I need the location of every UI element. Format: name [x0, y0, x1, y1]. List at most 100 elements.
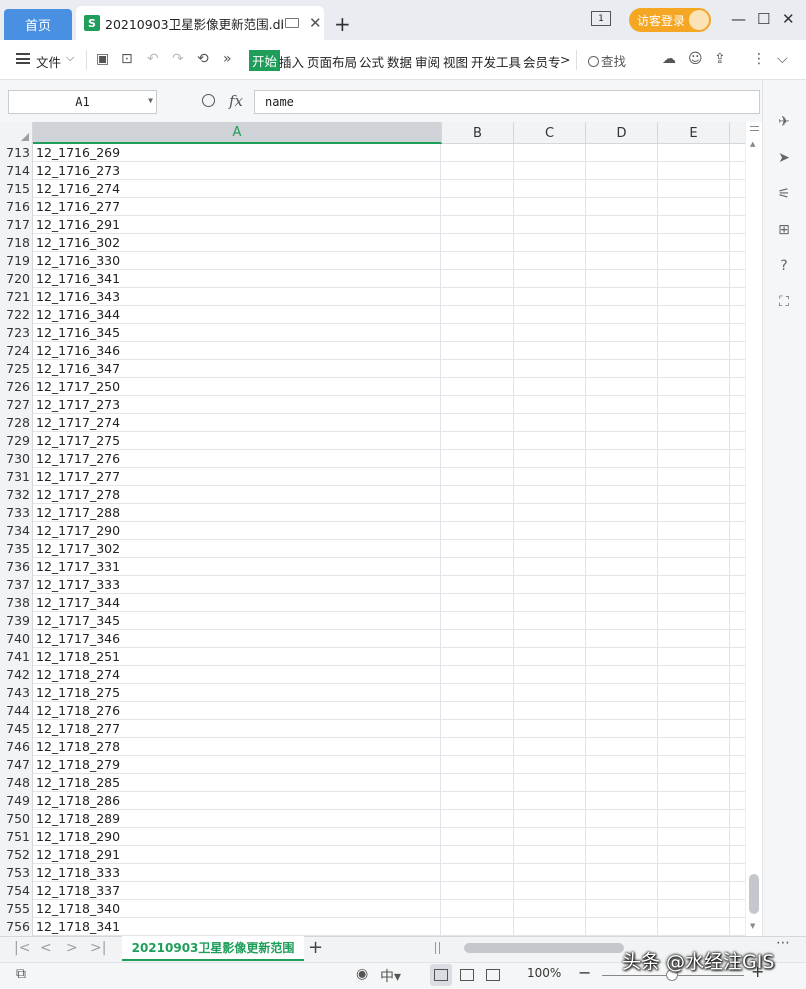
- row-header[interactable]: 727: [0, 396, 33, 414]
- column-header-d[interactable]: D: [586, 122, 658, 144]
- column-header-b[interactable]: B: [442, 122, 514, 144]
- table-row[interactable]: 751 12_1718_290: [0, 828, 745, 846]
- cell-a[interactable]: 12_1716_277: [33, 198, 441, 216]
- zoom-icon[interactable]: [202, 94, 215, 107]
- cell-a[interactable]: 12_1718_275: [33, 684, 441, 702]
- cell-a[interactable]: 12_1717_290: [33, 522, 441, 540]
- redo-icon[interactable]: ↷: [172, 51, 184, 67]
- row-header[interactable]: 738: [0, 594, 33, 612]
- cell-a[interactable]: 12_1716_269: [33, 144, 441, 162]
- table-row[interactable]: 750 12_1718_289: [0, 810, 745, 828]
- cell-a[interactable]: 12_1717_276: [33, 450, 441, 468]
- row-header[interactable]: 747: [0, 756, 33, 774]
- maximize-button[interactable]: ☐: [757, 10, 770, 28]
- row-header[interactable]: 713: [0, 144, 33, 162]
- row-header[interactable]: 749: [0, 792, 33, 810]
- row-header[interactable]: 715: [0, 180, 33, 198]
- cell-a[interactable]: 12_1718_337: [33, 882, 441, 900]
- sheet-tab-active[interactable]: 20210903卫星影像更新范围: [122, 936, 304, 961]
- vertical-scrollbar[interactable]: ▲ ▼: [745, 122, 762, 936]
- scroll-down-icon[interactable]: ▼: [750, 922, 755, 930]
- row-header[interactable]: 742: [0, 666, 33, 684]
- table-row[interactable]: 721 12_1716_343: [0, 288, 745, 306]
- tab-developer[interactable]: 开发工具: [471, 52, 521, 71]
- row-header[interactable]: 730: [0, 450, 33, 468]
- table-row[interactable]: 724 12_1716_346: [0, 342, 745, 360]
- rocket-icon[interactable]: ✈: [776, 114, 792, 130]
- table-row[interactable]: 754 12_1718_337: [0, 882, 745, 900]
- table-row[interactable]: 739 12_1717_345: [0, 612, 745, 630]
- table-row[interactable]: 741 12_1718_251: [0, 648, 745, 666]
- help-icon[interactable]: ?: [776, 258, 792, 274]
- cell-a[interactable]: 12_1718_277: [33, 720, 441, 738]
- image-tool-icon[interactable]: ⛶: [776, 294, 792, 310]
- cell-a[interactable]: 12_1716_347: [33, 360, 441, 378]
- cell-a[interactable]: 12_1718_251: [33, 648, 441, 666]
- table-row[interactable]: 747 12_1718_279: [0, 756, 745, 774]
- select-all-corner[interactable]: [0, 122, 33, 144]
- row-header[interactable]: 739: [0, 612, 33, 630]
- table-row[interactable]: 720 12_1716_341: [0, 270, 745, 288]
- row-header[interactable]: 735: [0, 540, 33, 558]
- row-header[interactable]: 728: [0, 414, 33, 432]
- table-row[interactable]: 722 12_1716_344: [0, 306, 745, 324]
- row-header[interactable]: 732: [0, 486, 33, 504]
- new-tab-button[interactable]: +: [334, 12, 351, 36]
- table-row[interactable]: 746 12_1718_278: [0, 738, 745, 756]
- cloud-icon[interactable]: ☁: [662, 51, 676, 67]
- cell-a[interactable]: 12_1716_291: [33, 216, 441, 234]
- cell-a[interactable]: 12_1718_291: [33, 846, 441, 864]
- home-tab[interactable]: 首页: [4, 9, 72, 40]
- cell-a[interactable]: 12_1717_346: [33, 630, 441, 648]
- prev-sheet-icon[interactable]: <: [40, 940, 52, 956]
- table-row[interactable]: 743 12_1718_275: [0, 684, 745, 702]
- cell-a[interactable]: 12_1718_274: [33, 666, 441, 684]
- table-row[interactable]: 735 12_1717_302: [0, 540, 745, 558]
- row-header[interactable]: 737: [0, 576, 33, 594]
- cell-a[interactable]: 12_1717_275: [33, 432, 441, 450]
- row-header[interactable]: 741: [0, 648, 33, 666]
- row-header[interactable]: 731: [0, 468, 33, 486]
- tab-review[interactable]: 审阅: [415, 52, 440, 71]
- table-row[interactable]: 726 12_1717_250: [0, 378, 745, 396]
- tab-home[interactable]: 开始: [249, 50, 281, 71]
- table-row[interactable]: 748 12_1718_285: [0, 774, 745, 792]
- table-row[interactable]: 728 12_1717_274: [0, 414, 745, 432]
- close-window-button[interactable]: ✕: [782, 10, 795, 28]
- column-header-e[interactable]: E: [658, 122, 730, 144]
- row-header[interactable]: 722: [0, 306, 33, 324]
- table-row[interactable]: 723 12_1716_345: [0, 324, 745, 342]
- row-header[interactable]: 733: [0, 504, 33, 522]
- table-row[interactable]: 718 12_1716_302: [0, 234, 745, 252]
- row-header[interactable]: 729: [0, 432, 33, 450]
- minimize-button[interactable]: —: [731, 10, 746, 28]
- cell-a[interactable]: 12_1716_346: [33, 342, 441, 360]
- table-row[interactable]: 731 12_1717_277: [0, 468, 745, 486]
- column-header-c[interactable]: C: [514, 122, 586, 144]
- undo-icon[interactable]: ↶: [147, 51, 159, 67]
- cell-a[interactable]: 12_1717_250: [33, 378, 441, 396]
- cell-a[interactable]: 12_1718_279: [33, 756, 441, 774]
- cell-a[interactable]: 12_1718_286: [33, 792, 441, 810]
- row-header[interactable]: 743: [0, 684, 33, 702]
- table-row[interactable]: 738 12_1717_344: [0, 594, 745, 612]
- cell-a[interactable]: 12_1717_331: [33, 558, 441, 576]
- row-header[interactable]: 724: [0, 342, 33, 360]
- row-header[interactable]: 740: [0, 630, 33, 648]
- table-row[interactable]: 717 12_1716_291: [0, 216, 745, 234]
- more-icon[interactable]: ⋯: [776, 935, 791, 951]
- row-header[interactable]: 719: [0, 252, 33, 270]
- table-row[interactable]: 745 12_1718_277: [0, 720, 745, 738]
- row-header[interactable]: 756: [0, 918, 33, 936]
- row-header[interactable]: 734: [0, 522, 33, 540]
- cell-a[interactable]: 12_1718_341: [33, 918, 441, 936]
- tab-member[interactable]: 会员专: [523, 52, 561, 71]
- table-row[interactable]: 756 12_1718_341: [0, 918, 745, 936]
- row-header[interactable]: 723: [0, 324, 33, 342]
- table-row[interactable]: 713 12_1716_269: [0, 144, 745, 162]
- add-sheet-button[interactable]: +: [308, 937, 323, 958]
- row-header[interactable]: 755: [0, 900, 33, 918]
- cell-a[interactable]: 12_1716_344: [33, 306, 441, 324]
- input-method-icon[interactable]: 中▾: [380, 966, 401, 986]
- zoom-level[interactable]: 100%: [527, 966, 561, 980]
